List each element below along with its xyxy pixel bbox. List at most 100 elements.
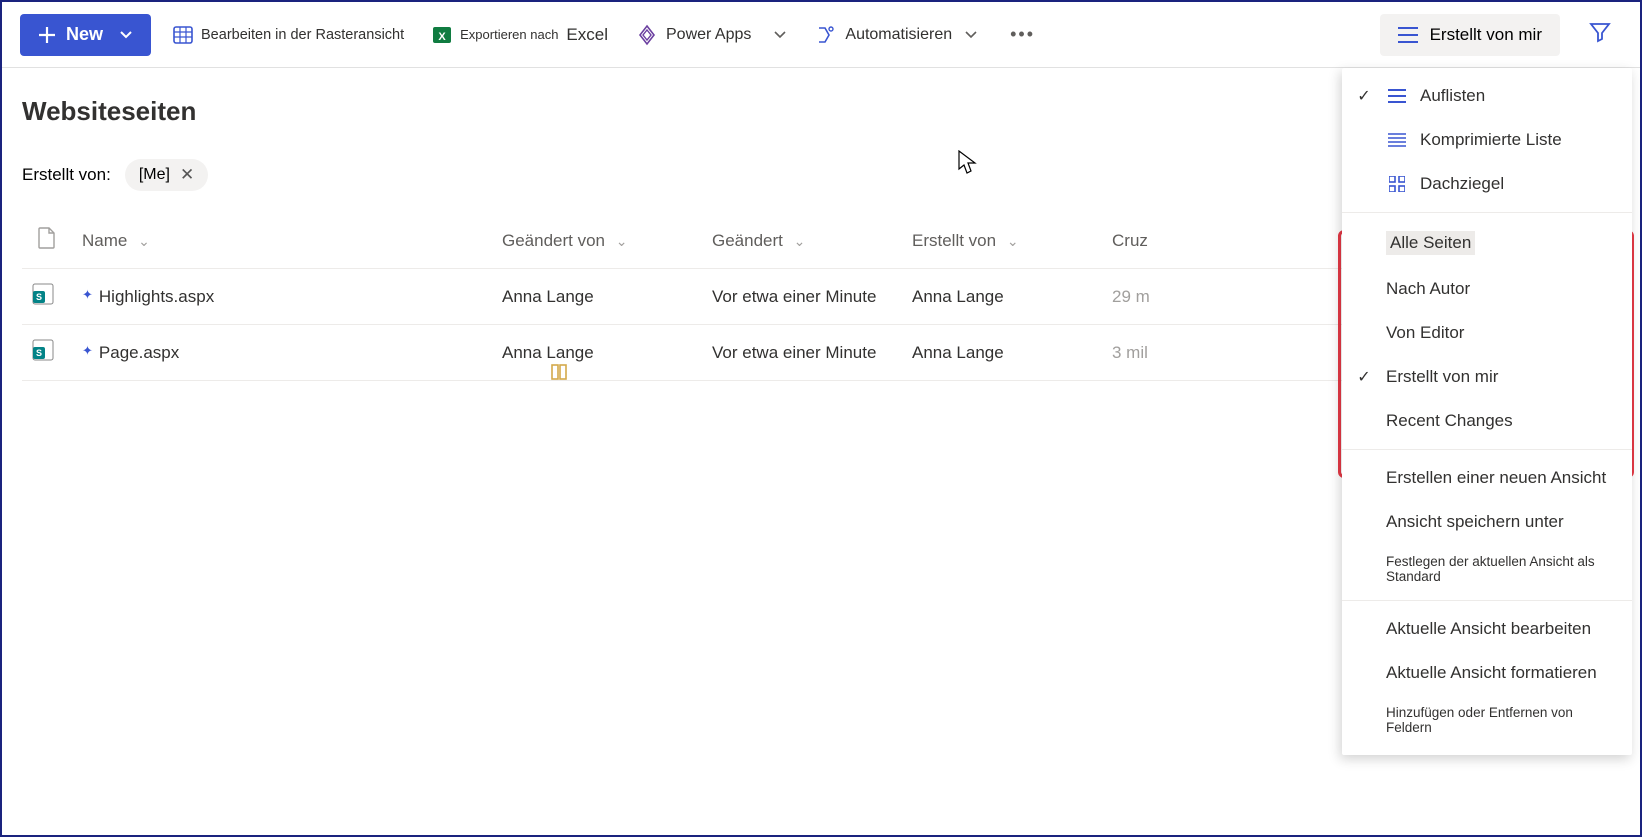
automate-button[interactable]: Automatisieren <box>809 24 984 46</box>
command-bar: New Bearbeiten in der Rasteransicht X Ex… <box>2 2 1640 68</box>
view-option-compact[interactable]: Komprimierte Liste <box>1342 118 1632 162</box>
col-extra-label: Cruz <box>1112 231 1148 250</box>
cell-modified: Vor etwa einer Minute <box>702 325 902 381</box>
saved-view-by-author[interactable]: Nach Autor <box>1342 267 1632 311</box>
tiles-icon <box>1386 176 1408 192</box>
checkmark-icon: ✓ <box>1354 86 1374 106</box>
col-modified[interactable]: Geändert ⌄ <box>702 213 902 269</box>
file-name-text: Highlights.aspx <box>99 287 214 307</box>
book-icon <box>550 363 568 386</box>
new-button-label: New <box>66 24 103 45</box>
view-menu: ✓ Auflisten Komprimierte Liste Dachziege… <box>1342 68 1632 755</box>
add-remove-fields-button[interactable]: Hinzufügen oder Entfernen von Feldern <box>1342 695 1632 745</box>
cell-name[interactable]: ✦ Page.aspx <box>72 325 492 381</box>
edit-current-view-button[interactable]: Aktuelle Ansicht bearbeiten <box>1342 607 1632 651</box>
cell-name[interactable]: ✦ Highlights.aspx <box>72 269 492 325</box>
menu-item-label: Recent Changes <box>1386 411 1513 431</box>
saved-view-all-pages[interactable]: Alle Seiten <box>1342 219 1632 267</box>
flow-icon <box>815 24 837 46</box>
edit-grid-button[interactable]: Bearbeiten in der Rasteransicht <box>167 26 410 44</box>
compact-list-icon <box>1386 133 1408 147</box>
chevron-down-icon <box>773 28 787 42</box>
saved-view-recent-changes[interactable]: Recent Changes <box>1342 399 1632 443</box>
save-view-as-button[interactable]: Ansicht speichern unter <box>1342 500 1632 544</box>
file-name-text: Page.aspx <box>99 343 179 363</box>
view-option-list[interactable]: ✓ Auflisten <box>1342 74 1632 118</box>
sharepoint-page-icon: S <box>32 283 54 305</box>
menu-item-label: Alle Seiten <box>1386 231 1475 255</box>
col-modified-by[interactable]: Geändert von ⌄ <box>492 213 702 269</box>
format-current-view-button[interactable]: Aktuelle Ansicht formatieren <box>1342 651 1632 695</box>
cell-created-by: Anna Lange <box>902 269 1102 325</box>
new-marker-icon: ✦ <box>82 287 93 303</box>
view-option-tiles[interactable]: Dachziegel <box>1342 162 1632 206</box>
col-name-label: Name <box>82 231 127 250</box>
chevron-down-icon <box>119 28 133 42</box>
chevron-down-icon: ⌄ <box>794 233 806 249</box>
menu-item-label: Auflisten <box>1420 86 1485 106</box>
export-excel-button[interactable]: X Exportieren nach Excel <box>426 25 614 45</box>
menu-item-label: Erstellen einer neuen Ansicht <box>1386 468 1606 488</box>
col-created-by[interactable]: Erstellt von ⌄ <box>902 213 1102 269</box>
menu-separator <box>1342 600 1632 601</box>
close-icon[interactable]: ✕ <box>180 165 194 185</box>
filter-label: Erstellt von: <box>22 165 111 185</box>
chevron-down-icon <box>964 28 978 42</box>
export-text: Exportieren nach <box>460 27 558 42</box>
menu-item-label: Komprimierte Liste <box>1420 130 1562 150</box>
list-icon <box>1386 89 1408 103</box>
filter-chip-value: [Me] <box>139 166 170 184</box>
list-icon <box>1398 27 1418 43</box>
col-name[interactable]: Name ⌄ <box>72 213 492 269</box>
create-view-button[interactable]: Erstellen einer neuen Ansicht <box>1342 456 1632 500</box>
svg-text:S: S <box>36 348 42 358</box>
cell-modified-by: Anna Lange <box>492 325 702 381</box>
plus-icon <box>38 26 56 44</box>
col-modified-label: Geändert <box>712 231 783 250</box>
svg-text:X: X <box>438 31 446 43</box>
menu-item-label: Aktuelle Ansicht bearbeiten <box>1386 619 1591 639</box>
set-default-view-button[interactable]: Festlegen der aktuellen Ansicht als Stan… <box>1342 544 1632 594</box>
chevron-down-icon: ⌄ <box>616 233 628 249</box>
col-type[interactable] <box>22 213 72 269</box>
powerapps-icon <box>636 24 658 46</box>
filter-chip[interactable]: [Me] ✕ <box>125 159 208 191</box>
power-apps-button[interactable]: Power Apps <box>630 24 793 46</box>
view-switcher-label: Erstellt von mir <box>1430 25 1542 45</box>
document-icon <box>38 227 56 249</box>
menu-item-label: Erstellt von mir <box>1386 367 1498 387</box>
edit-grid-label: Bearbeiten in der Rasteransicht <box>201 27 404 43</box>
new-button[interactable]: New <box>20 14 151 56</box>
grid-icon <box>173 26 193 44</box>
view-switcher-button[interactable]: Erstellt von mir <box>1380 14 1560 56</box>
chevron-down-icon: ⌄ <box>1007 233 1019 249</box>
chevron-down-icon: ⌄ <box>138 233 150 249</box>
col-modified-by-label: Geändert von <box>502 231 605 250</box>
new-marker-icon: ✦ <box>82 343 93 359</box>
power-apps-label: Power Apps <box>666 26 751 44</box>
cell-created-by: Anna Lange <box>902 325 1102 381</box>
menu-item-label: Nach Autor <box>1386 279 1470 299</box>
cell-modified-by: Anna Lange <box>492 269 702 325</box>
sharepoint-page-icon: S <box>32 339 54 361</box>
checkmark-icon: ✓ <box>1354 367 1374 387</box>
excel-text: Excel <box>566 25 608 45</box>
col-created-by-label: Erstellt von <box>912 231 996 250</box>
svg-text:S: S <box>36 292 42 302</box>
menu-item-label: Aktuelle Ansicht formatieren <box>1386 663 1597 683</box>
more-actions-button[interactable]: ••• <box>1000 24 1045 45</box>
file-type-cell: S <box>22 269 72 325</box>
saved-view-by-editor[interactable]: Von Editor <box>1342 311 1632 355</box>
saved-view-created-by-me[interactable]: ✓ Erstellt von mir <box>1342 355 1632 399</box>
excel-icon: X <box>432 25 452 45</box>
funnel-icon <box>1588 20 1612 44</box>
file-type-cell: S <box>22 325 72 381</box>
cell-modified: Vor etwa einer Minute <box>702 269 902 325</box>
menu-item-label: Ansicht speichern unter <box>1386 512 1564 532</box>
filter-button[interactable] <box>1578 20 1622 49</box>
menu-separator <box>1342 212 1632 213</box>
automate-label: Automatisieren <box>845 26 952 44</box>
menu-separator <box>1342 449 1632 450</box>
menu-item-label: Dachziegel <box>1420 174 1504 194</box>
menu-item-label: Von Editor <box>1386 323 1464 343</box>
